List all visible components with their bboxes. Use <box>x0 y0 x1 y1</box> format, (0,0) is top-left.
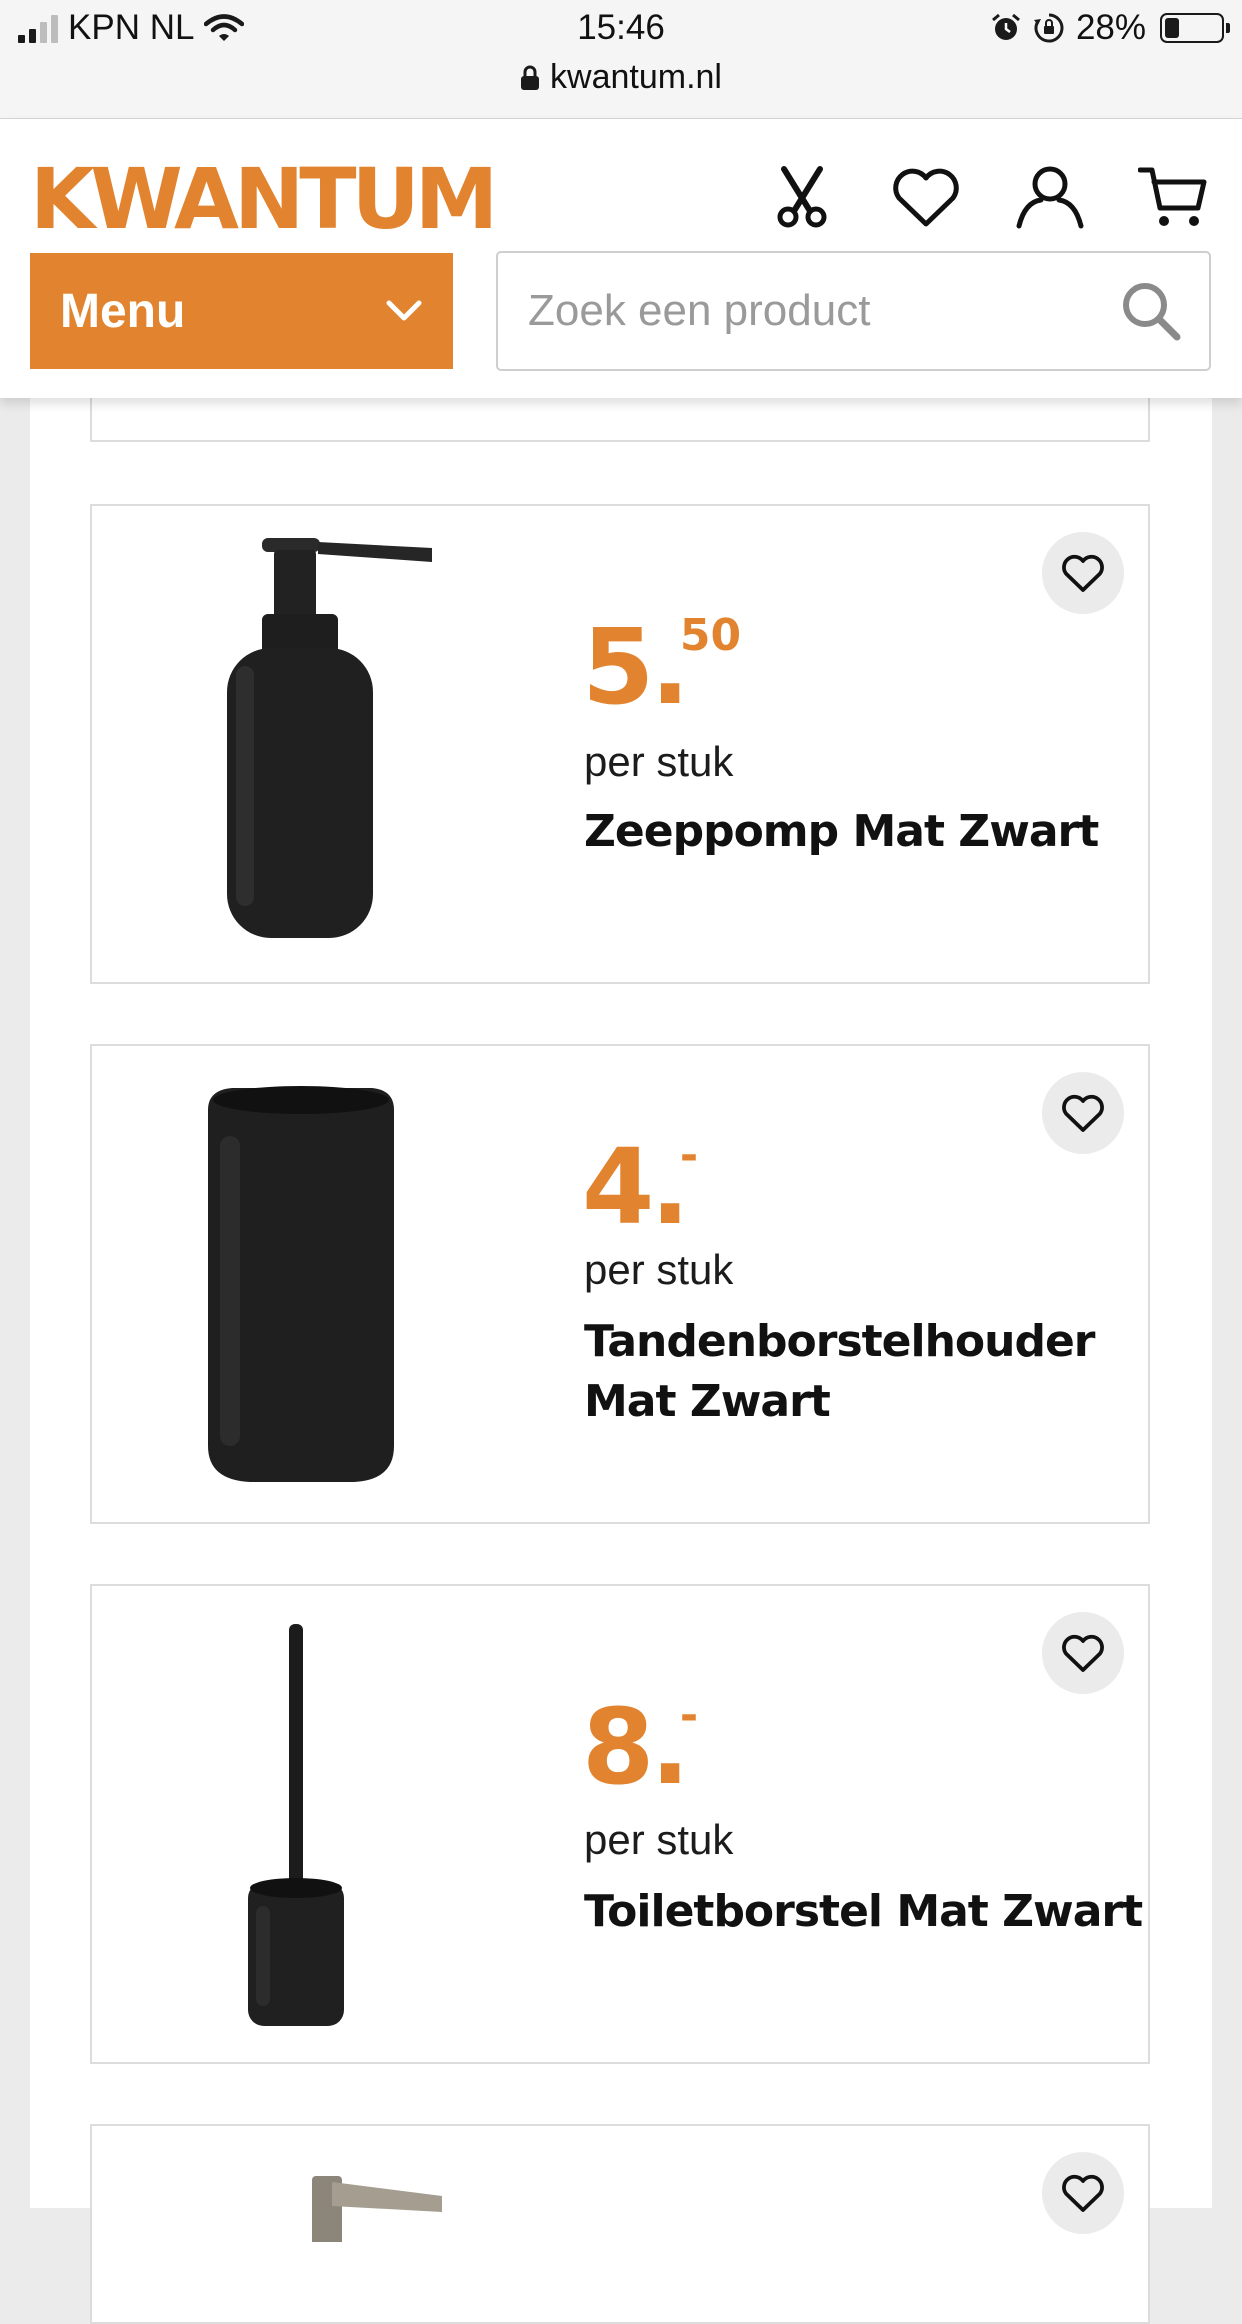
user-icon <box>1016 166 1084 229</box>
price-unit: per stuk <box>584 1816 734 1863</box>
cart-icon <box>1138 167 1207 226</box>
heart-icon <box>1062 1094 1104 1132</box>
favorite-button[interactable] <box>1042 1072 1124 1154</box>
product-card-next[interactable] <box>90 2124 1150 2324</box>
product-name[interactable]: Tandenborstelhouder Mat Zwart <box>584 1312 1144 1432</box>
lock-icon <box>521 65 540 90</box>
search-icon[interactable] <box>1119 279 1183 343</box>
favorite-button[interactable] <box>1042 1612 1124 1694</box>
toilet-brush-image <box>248 1624 344 2026</box>
kwantum-logo[interactable]: KWANTUM <box>30 149 498 249</box>
rotation-lock-icon <box>1033 13 1064 43</box>
scissors-icon <box>777 166 827 228</box>
url-bar[interactable]: kwantum.nl <box>0 58 1242 97</box>
status-bar: KPN NL 15:46 28% kwantum.nl <box>0 0 1242 119</box>
product-card[interactable]: 8.- per stuk Toiletborstel Mat Zwart <box>90 1584 1150 2064</box>
product-name[interactable]: Toiletborstel Mat Zwart <box>584 1882 1144 1942</box>
toothbrush-holder-image <box>208 1086 394 1482</box>
product-price: 4.- <box>582 1126 699 1248</box>
chevron-down-icon <box>386 300 422 321</box>
cart-button[interactable] <box>1112 157 1236 237</box>
search-box[interactable] <box>496 251 1211 371</box>
product-name[interactable]: Zeeppomp Mat Zwart <box>584 802 1144 862</box>
price-unit: per stuk <box>584 738 734 785</box>
search-input[interactable] <box>526 285 1119 337</box>
header-icons <box>740 157 1236 237</box>
soap-pump-image <box>227 538 432 938</box>
product-list: 5.50 per stuk Zeeppomp Mat Zwart 4.- per… <box>30 358 1212 2324</box>
status-right: 28% <box>990 8 1230 48</box>
product-price: 5.50 <box>582 606 742 728</box>
product-card[interactable]: 5.50 per stuk Zeeppomp Mat Zwart <box>90 504 1150 984</box>
heart-icon <box>893 168 959 227</box>
account-button[interactable] <box>988 157 1112 237</box>
battery-percent: 28% <box>1075 8 1146 47</box>
favorites-button[interactable] <box>864 157 988 237</box>
price-unit: per stuk <box>584 1246 734 1293</box>
product-card[interactable]: 4.- per stuk Tandenborstelhouder Mat Zwa… <box>90 1044 1150 1524</box>
favorite-button[interactable] <box>1042 2152 1124 2234</box>
heart-icon <box>1062 554 1104 592</box>
battery-icon <box>1160 13 1230 43</box>
alarm-icon <box>991 13 1020 40</box>
product-price: 8.- <box>582 1686 699 1808</box>
site-header: KWANTUM Menu Zoek een product <box>0 119 1242 398</box>
scissors-button[interactable] <box>740 157 864 237</box>
product-image-partial <box>312 2176 442 2242</box>
favorite-button[interactable] <box>1042 532 1124 614</box>
menu-button[interactable]: Menu <box>30 253 453 369</box>
url-text: kwantum.nl <box>550 58 722 96</box>
heart-icon <box>1062 1634 1104 1672</box>
menu-label: Menu <box>60 284 186 338</box>
heart-icon <box>1062 2174 1104 2212</box>
